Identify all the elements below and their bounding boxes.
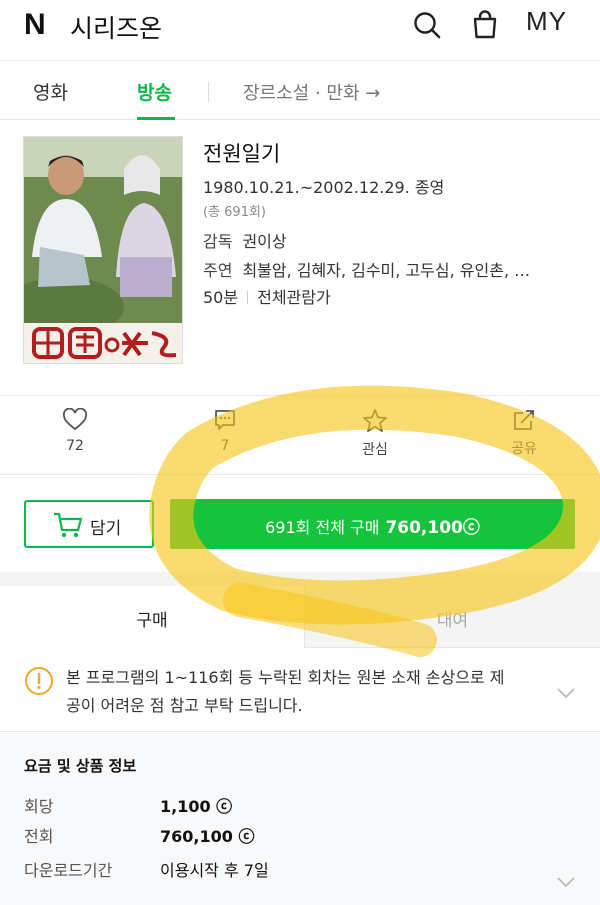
- app-title[interactable]: 시리즈온: [70, 9, 162, 45]
- episode-count: (총 691회): [203, 205, 267, 220]
- favorite-label: 관심: [362, 442, 388, 458]
- notice-box: 본 프로그램의 1~116회 등 누락된 회차는 원본 소재 손상으로 제공이 …: [0, 648, 600, 732]
- price-value: 이용시작 후 7일: [160, 861, 269, 880]
- buy-label: 691회 전체 구매: [265, 518, 380, 537]
- tab-divider: [208, 82, 209, 102]
- tab-rent-label: 대여: [436, 611, 469, 631]
- shopping-bag-icon[interactable]: [468, 8, 502, 42]
- runtime: 50분: [203, 288, 239, 307]
- price-key: 회당: [24, 797, 54, 816]
- section-gap: [0, 572, 600, 586]
- poster-image[interactable]: [23, 136, 183, 364]
- app-header: N 시리즈온 MY: [0, 0, 600, 56]
- director-key: 감독: [203, 232, 233, 251]
- tab-rent[interactable]: 대여: [304, 586, 600, 648]
- like-button[interactable]: 72: [35, 408, 115, 454]
- program-title: 전원일기: [203, 142, 281, 166]
- meta-row: 50분 전체관람가: [203, 284, 331, 308]
- broadcast-period: 1980.10.21.~2002.12.29. 종영: [203, 178, 445, 197]
- star-icon: [363, 409, 387, 432]
- share-icon: [514, 410, 534, 430]
- like-count: 72: [66, 438, 84, 454]
- cart-label: 담기: [90, 519, 122, 539]
- genre-novel-comic-link[interactable]: 장르소설 · 만화 →: [243, 79, 380, 105]
- my-page-button[interactable]: MY: [526, 6, 567, 37]
- heart-icon: [63, 408, 87, 431]
- chevron-down-icon[interactable]: [556, 684, 576, 703]
- meta-divider: [247, 291, 249, 304]
- price-info-heading: 요금 및 상품 정보: [24, 757, 137, 775]
- price-key: 전회: [24, 827, 54, 846]
- cast-row: 주연 최불암, 김혜자, 김수미, 고두심, 유인촌, …: [203, 257, 530, 281]
- program-info: 전원일기 1980.10.21.~2002.12.29. 종영 (총 691회)…: [203, 138, 593, 307]
- comment-button[interactable]: 7: [185, 408, 265, 454]
- comment-count: 7: [220, 438, 230, 454]
- warning-icon: [24, 666, 54, 700]
- buy-price: 760,100ⓒ: [385, 518, 480, 538]
- price-value: 760,100 ⓒ: [160, 827, 255, 846]
- comment-icon: [215, 410, 235, 430]
- tab-buy-label: 구매: [136, 611, 168, 631]
- favorite-button[interactable]: 관심: [335, 408, 415, 459]
- active-tab-indicator: [137, 117, 175, 120]
- cast-key: 주연: [203, 261, 233, 280]
- price-key: 다운로드기간: [24, 861, 113, 880]
- search-icon[interactable]: [410, 8, 444, 42]
- notice-text: 본 프로그램의 1~116회 등 누락된 회차는 원본 소재 손상으로 제공이 …: [66, 668, 505, 715]
- director-name[interactable]: 권이상: [242, 232, 286, 251]
- chevron-down-icon[interactable]: [556, 873, 576, 892]
- age-rating: 전체관람가: [257, 288, 331, 307]
- buy-all-button[interactable]: 691회 전체 구매 760,100ⓒ: [170, 499, 575, 549]
- naver-logo[interactable]: N: [24, 8, 46, 42]
- tab-broadcast[interactable]: 방송: [137, 78, 172, 105]
- price-info-section: 요금 및 상품 정보 회당 1,100 ⓒ 전회 760,100 ⓒ 다운로드기…: [0, 733, 600, 905]
- share-label: 공유: [511, 441, 537, 457]
- price-value: 1,100 ⓒ: [160, 797, 233, 816]
- director-row: 감독 권이상: [203, 228, 287, 252]
- category-tabs: 영화 방송 장르소설 · 만화 →: [0, 60, 600, 120]
- add-to-cart-button[interactable]: 담기: [24, 500, 154, 548]
- cart-icon: [54, 512, 83, 538]
- tab-buy[interactable]: 구매: [0, 586, 304, 648]
- tab-movie[interactable]: 영화: [33, 78, 68, 105]
- action-bar: 72 7 관심 공유: [0, 395, 600, 475]
- share-button[interactable]: 공유: [484, 408, 564, 458]
- cast-names[interactable]: 최불암, 김혜자, 김수미, 고두심, 유인촌, …: [242, 261, 530, 280]
